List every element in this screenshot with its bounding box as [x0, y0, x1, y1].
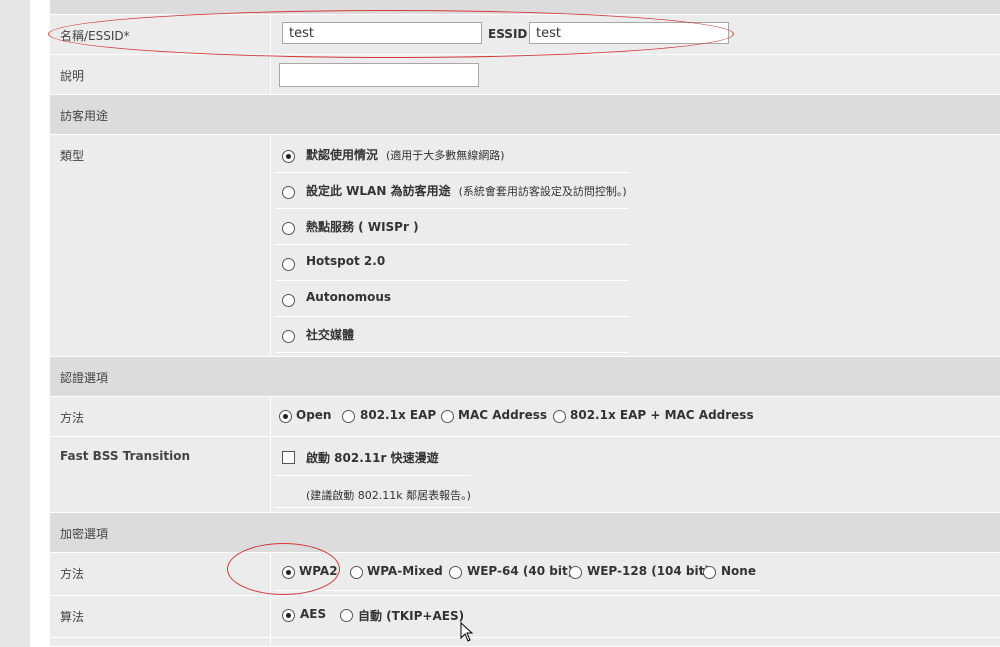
type-option-hotspot20[interactable]: Hotspot 2.0 [306, 254, 385, 268]
enc-radio-wpa2[interactable] [282, 566, 295, 579]
encryption-method-row: 方法 WPA2 WPA-Mixed WEP-64 (40 bit) WEP-12… [50, 553, 1000, 596]
type-option-default[interactable]: 默認使用情況 (適用于大多數無線網路) [306, 146, 505, 163]
list-divider [275, 352, 629, 353]
column-divider [270, 638, 271, 646]
column-divider [270, 553, 271, 595]
encryption-method-label: 方法 [60, 567, 85, 581]
type-option-wispr[interactable]: 熱點服務 ( WISPr ) [306, 218, 419, 235]
type-radio-hotspot20[interactable] [282, 258, 295, 271]
auth-option-mac[interactable]: MAC Address [458, 408, 547, 422]
type-row: 類型 默認使用情況 (適用于大多數無線網路) 設定此 WLAN 為訪客用途 (系統會… [50, 135, 1000, 357]
fast-bss-label: Fast BSS Transition [60, 449, 191, 463]
alg-radio-auto[interactable] [340, 609, 353, 622]
enc-option-wep128[interactable]: WEP-128 (104 bit) [587, 564, 710, 578]
alg-option-aes[interactable]: AES [300, 607, 326, 621]
list-divider [275, 507, 471, 508]
type-radio-social[interactable] [282, 330, 295, 343]
column-divider [270, 596, 271, 637]
fast-bss-hint: (建議啟動 802.11k 鄰居表報告。) [306, 489, 471, 502]
column-divider [270, 55, 271, 94]
left-strip [0, 0, 30, 647]
name-essid-row: 名稱/ESSID* ESSID [50, 15, 1000, 55]
type-label: 類型 [60, 149, 85, 163]
fast-bss-checkbox[interactable] [282, 451, 295, 464]
next-row [50, 638, 1000, 647]
fast-bss-row: Fast BSS Transition 啟動 802.11r 快速漫遊 (建議啟… [50, 437, 1000, 513]
enc-option-none[interactable]: None [721, 564, 756, 578]
description-row: 說明 [50, 55, 1000, 95]
essid-input[interactable] [529, 22, 729, 44]
type-option-autonomous[interactable]: Autonomous [306, 290, 391, 304]
algorithm-row: 算法 AES 自動 (TKIP+AES) [50, 596, 1000, 638]
type-option-guest[interactable]: 設定此 WLAN 為訪客用途 (系統會套用訪客設定及訪問控制。) [306, 182, 627, 199]
type-radio-default[interactable] [282, 150, 295, 163]
wlan-form: 名稱/ESSID* ESSID 說明 訪客用途 類型 默認使用情況(適用于大多數… [50, 0, 1000, 647]
algorithm-label: 算法 [60, 610, 85, 624]
description-input[interactable] [279, 63, 479, 87]
fast-bss-checkbox-label[interactable]: 啟動 802.11r 快速漫遊 [306, 449, 439, 466]
auth-option-8021x[interactable]: 802.1x EAP [360, 408, 436, 422]
guest-section-title: 訪客用途 [60, 109, 109, 123]
auth-radio-8021x[interactable] [342, 410, 355, 423]
mouse-cursor-icon [460, 622, 474, 642]
page-gutter [30, 0, 50, 647]
enc-option-wpa2[interactable]: WPA2 [299, 564, 338, 578]
list-divider [275, 244, 629, 245]
enc-radio-none[interactable] [703, 566, 716, 579]
list-divider [275, 316, 629, 317]
type-radio-autonomous[interactable] [282, 294, 295, 307]
enc-radio-wep64[interactable] [449, 566, 462, 579]
column-divider [270, 397, 271, 436]
type-option-social[interactable]: 社交媒體 [306, 326, 354, 343]
description-label: 說明 [60, 69, 85, 83]
alg-option-auto[interactable]: 自動 (TKIP+AES) [358, 607, 464, 624]
alg-radio-aes[interactable] [282, 609, 295, 622]
type-radio-wispr[interactable] [282, 222, 295, 235]
guest-section-header: 訪客用途 [50, 95, 1000, 135]
list-divider [275, 590, 760, 591]
name-label: 名稱/ESSID* [60, 29, 130, 43]
list-divider [275, 208, 629, 209]
column-divider [270, 135, 271, 356]
essid-label: ESSID [488, 27, 528, 41]
column-divider [270, 437, 271, 512]
auth-radio-mac[interactable] [441, 410, 454, 423]
auth-option-8021x-mac[interactable]: 802.1x EAP + MAC Address [570, 408, 754, 422]
auth-section-title: 認證選項 [60, 371, 109, 385]
auth-radio-8021x-mac[interactable] [553, 410, 566, 423]
list-divider [275, 280, 629, 281]
enc-radio-wpa-mixed[interactable] [350, 566, 363, 579]
type-radio-guest[interactable] [282, 186, 295, 199]
list-divider [275, 475, 471, 476]
column-divider [270, 15, 271, 54]
enc-option-wpa-mixed[interactable]: WPA-Mixed [367, 564, 443, 578]
auth-section-header: 認證選項 [50, 357, 1000, 397]
auth-radio-open[interactable] [279, 410, 292, 423]
enc-option-wep64[interactable]: WEP-64 (40 bit) [467, 564, 573, 578]
section-header-top [50, 0, 1000, 15]
encryption-section-header: 加密選項 [50, 513, 1000, 553]
enc-radio-wep128[interactable] [569, 566, 582, 579]
list-divider [275, 172, 629, 173]
auth-option-open[interactable]: Open [296, 408, 331, 422]
name-input[interactable] [282, 22, 482, 44]
encryption-section-title: 加密選項 [60, 527, 109, 541]
auth-method-row: 方法 Open 802.1x EAP MAC Address 802.1x EA… [50, 397, 1000, 437]
auth-method-label: 方法 [60, 411, 85, 425]
